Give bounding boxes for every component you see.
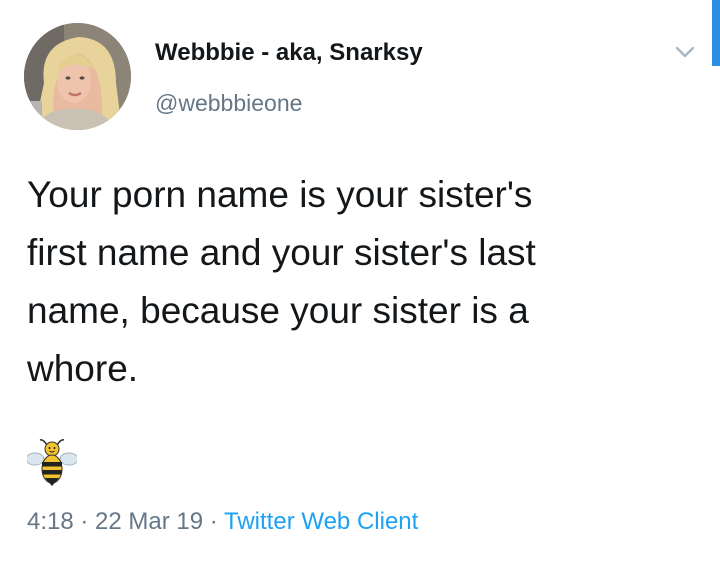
bee-icon xyxy=(27,437,77,489)
tweet-meta: 4:18 · 22 Mar 19 · Twitter Web Client xyxy=(27,508,418,536)
meta-separator: · xyxy=(203,508,225,535)
tweet-source-link[interactable]: Twitter Web Client xyxy=(224,508,418,535)
tweet-text: Your porn name is your sister's first na… xyxy=(27,174,536,389)
chevron-down-icon[interactable] xyxy=(674,44,696,60)
tweet-card: Webbbie - aka, Snarksy @webbbieone Your … xyxy=(0,0,720,562)
meta-separator: · xyxy=(73,508,96,535)
tweet-date[interactable]: 22 Mar 19 xyxy=(95,508,203,535)
handle[interactable]: @webbbieone xyxy=(155,90,302,117)
display-name[interactable]: Webbbie - aka, Snarksy xyxy=(155,39,423,67)
avatar[interactable] xyxy=(24,23,131,130)
scrollbar[interactable] xyxy=(712,0,720,66)
tweet-time[interactable]: 4:18 xyxy=(27,508,74,535)
